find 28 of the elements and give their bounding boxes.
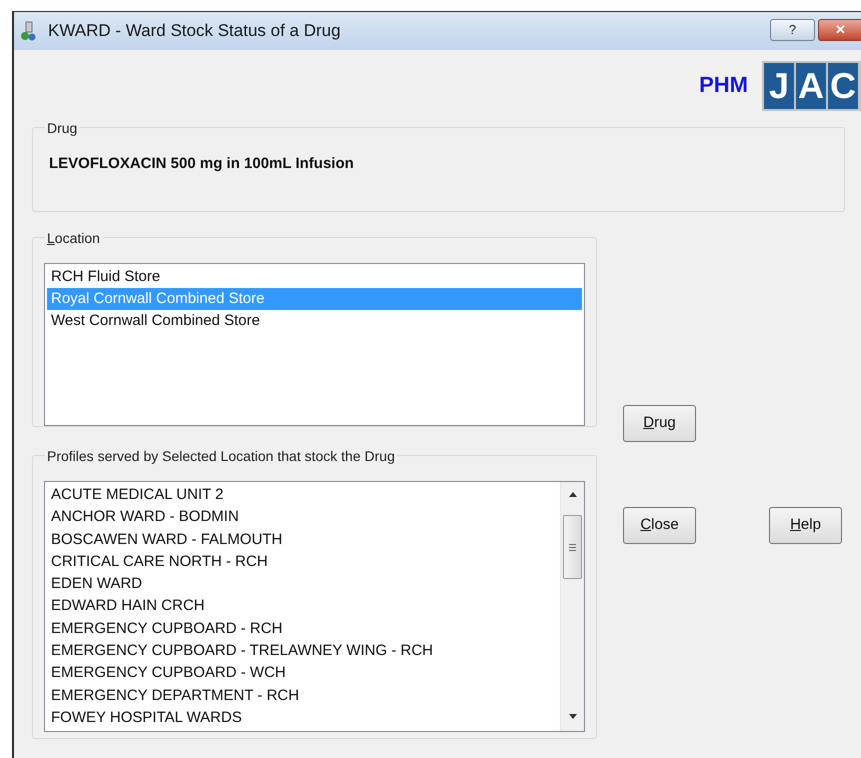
drug-button[interactable]: Drug bbox=[623, 405, 696, 442]
brand-label: PHM bbox=[699, 70, 748, 98]
close-button[interactable]: Close bbox=[623, 507, 696, 544]
profile-item[interactable]: BOSCAWEN WARD - FALMOUTH bbox=[47, 528, 558, 551]
window-title: KWARD - Ward Stock Status of a Drug bbox=[48, 20, 341, 42]
location-item[interactable]: West Cornwall Combined Store bbox=[47, 310, 582, 332]
profile-item[interactable]: EMERGENCY DEPARTMENT - RCH bbox=[47, 684, 558, 707]
scroll-down-icon[interactable] bbox=[568, 714, 576, 719]
grip-icon bbox=[569, 544, 576, 550]
scroll-thumb[interactable] bbox=[563, 515, 582, 579]
help-title-button[interactable]: ? bbox=[770, 19, 815, 41]
help-button[interactable]: Help bbox=[769, 507, 842, 544]
location-item[interactable]: RCH Fluid Store bbox=[47, 266, 582, 288]
profile-item[interactable]: ANCHOR WARD - BODMIN bbox=[47, 506, 558, 529]
profile-item[interactable]: EMERGENCY CUPBOARD - WCH bbox=[47, 662, 558, 685]
scroll-up-icon[interactable] bbox=[568, 492, 576, 497]
scrollbar[interactable] bbox=[560, 482, 584, 731]
profile-item[interactable]: EDEN WARD bbox=[47, 573, 558, 596]
location-list[interactable]: RCH Fluid Store Royal Cornwall Combined Store West Cornwall Combined Store bbox=[44, 263, 585, 426]
profile-item[interactable]: CRITICAL CARE NORTH - RCH bbox=[47, 550, 558, 574]
profiles-list[interactable] bbox=[44, 481, 585, 732]
drug-name: LEVOFLOXACIN 500 mg in 100mL Infusion bbox=[49, 154, 354, 174]
logo: J A C bbox=[762, 61, 861, 111]
profile-item[interactable]: EMERGENCY CUPBOARD - RCH bbox=[47, 618, 558, 640]
profile-item[interactable]: EDWARD HAIN CRCH bbox=[47, 595, 558, 618]
profile-item[interactable]: EMERGENCY CUPBOARD - TRELAWNEY WING - RCH bbox=[47, 640, 558, 662]
profile-item[interactable]: FOWEY HOSPITAL WARDS bbox=[47, 706, 558, 730]
profile-item[interactable]: ACUTE MEDICAL UNIT 2 bbox=[47, 484, 558, 506]
